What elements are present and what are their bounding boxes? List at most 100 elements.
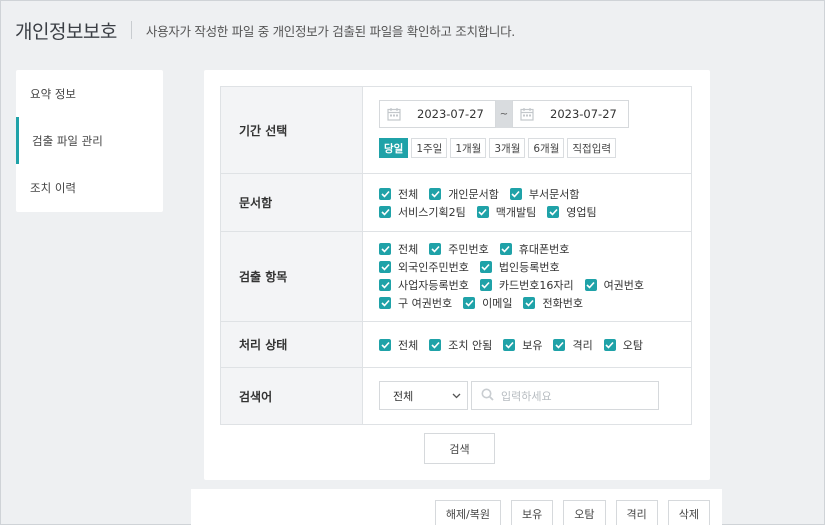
checkbox-line: 사업자등록번호 카드번호16자리 여권번호 — [379, 276, 691, 294]
hold-button[interactable]: 보유 — [511, 500, 554, 525]
checkbox-label: 오탐 — [622, 339, 643, 352]
keyword-label: 검색어 — [221, 368, 363, 424]
checkbox-line: 전체 주민번호 휴대폰번호 — [379, 240, 691, 258]
checkmark-icon — [509, 188, 522, 200]
quarantine-button[interactable]: 격리 — [615, 500, 658, 525]
period-button-6months[interactable]: 6개월 — [528, 138, 565, 158]
checkbox-label: 카드번호16자리 — [498, 279, 574, 292]
checkbox-label: 부서문서함 — [528, 188, 580, 201]
filter-checkbox[interactable]: 카드번호16자리 — [479, 277, 574, 293]
checkbox-line: 외국인주민번호 법인등록번호 — [379, 258, 691, 276]
checkmark-icon — [479, 261, 492, 273]
checkmark-icon — [479, 279, 492, 291]
period-button-3months[interactable]: 3개월 — [489, 138, 526, 158]
filter-checkbox[interactable]: 오탐 — [603, 337, 643, 353]
search-placeholder: 입력하세요 — [501, 389, 552, 403]
filter-checkbox[interactable]: 사업자등록번호 — [379, 277, 469, 293]
checkbox-label: 보유 — [522, 339, 543, 352]
checkmark-icon — [379, 279, 391, 291]
detect-label: 검출 항목 — [221, 232, 363, 321]
checkmark-icon — [499, 243, 512, 255]
sidebar-item-action-history[interactable]: 조치 이력 — [16, 164, 163, 211]
checkbox-label: 외국인주민번호 — [398, 261, 469, 274]
filter-checkbox[interactable]: 조치 안됨 — [429, 337, 492, 353]
delete-button[interactable]: 삭제 — [667, 500, 710, 525]
filter-checkbox[interactable]: 부서문서함 — [509, 186, 580, 202]
action-bar: 해제/복원 보유 오탐 격리 삭제 — [191, 489, 722, 525]
checkbox-label: 맥개발팀 — [495, 206, 537, 219]
page-title: 개인정보보호 — [15, 20, 117, 43]
keyword-row: 검색어 전체 입력하세요 — [221, 368, 691, 424]
checkmark-icon — [553, 339, 566, 351]
checkmark-icon — [429, 243, 442, 255]
checkbox-label: 서비스기획2팀 — [398, 206, 466, 219]
search-button[interactable]: 검색 — [424, 433, 495, 464]
start-date-field[interactable]: 2023-07-27 — [379, 100, 496, 128]
filter-checkbox[interactable]: 서비스기획2팀 — [379, 204, 466, 220]
period-button-1week[interactable]: 1주일 — [411, 138, 448, 158]
search-icon — [481, 388, 494, 404]
sidebar-item-label: 요약 정보 — [30, 86, 76, 101]
start-date-value: 2023-07-27 — [417, 107, 484, 121]
filter-checkbox[interactable]: 법인등록번호 — [479, 259, 560, 275]
keyword-scope-value: 전체 — [393, 389, 414, 403]
checkbox-label: 주민번호 — [448, 243, 489, 256]
filter-checkbox[interactable]: 보유 — [503, 337, 542, 353]
period-buttons: 당일 1주일 1개월 3개월 6개월 직접입력 — [379, 138, 691, 158]
filter-checkbox[interactable]: 영업팀 — [547, 204, 597, 220]
period-button-1month[interactable]: 1개월 — [450, 138, 487, 158]
filter-checkbox[interactable]: 구 여권번호 — [379, 295, 452, 311]
checkbox-line: 서비스기획2팀 맥개발팀 영업팀 — [379, 203, 691, 221]
docbox-row: 문서함 전체 개인문서함 부서문서함서비스기획2팀 맥개발팀 영업팀 — [221, 174, 691, 232]
detect-checkboxes: 전체 주민번호 휴대폰번호외국인주민번호 법인등록번호사업자등록번호 카드번호16자리 여… — [379, 232, 691, 312]
checkmark-icon — [584, 279, 597, 291]
page-description: 사용자가 작성한 파일 중 개인정보가 검출된 파일을 확인하고 조치합니다. — [145, 23, 515, 39]
period-button-custom[interactable]: 직접입력 — [567, 138, 617, 158]
release-restore-button[interactable]: 해제/복원 — [434, 500, 501, 525]
filter-checkbox[interactable]: 전체 — [379, 186, 418, 202]
filter-checkbox[interactable]: 외국인주민번호 — [379, 259, 469, 275]
filter-checkbox[interactable]: 전체 — [379, 337, 418, 353]
search-input[interactable]: 입력하세요 — [471, 381, 659, 410]
filter-checkbox[interactable]: 휴대폰번호 — [499, 241, 570, 257]
sidebar-item-detected-files[interactable]: 검출 파일 관리 — [16, 117, 163, 164]
period-button-today[interactable]: 당일 — [379, 138, 409, 158]
filter-table: 기간 선택 2023-07-27 ~ 2023-07-27 당일 1주일 1개월… — [220, 86, 692, 425]
filter-checkbox[interactable]: 여권번호 — [584, 277, 644, 293]
checkmark-icon — [429, 188, 442, 200]
docbox-label: 문서함 — [221, 174, 363, 231]
end-date-value: 2023-07-27 — [550, 107, 617, 121]
filter-checkbox[interactable]: 전화번호 — [523, 295, 583, 311]
filter-checkbox[interactable]: 전체 — [379, 241, 418, 257]
checkmark-icon — [379, 206, 391, 218]
false-positive-button[interactable]: 오탐 — [563, 500, 606, 525]
sidebar-item-summary[interactable]: 요약 정보 — [16, 70, 163, 117]
filter-checkbox[interactable]: 맥개발팀 — [476, 204, 537, 220]
checkbox-label: 전체 — [398, 339, 419, 352]
checkmark-icon — [523, 297, 536, 309]
filter-checkbox[interactable]: 개인문서함 — [429, 186, 499, 202]
checkbox-line: 구 여권번호 이메일 전화번호 — [379, 294, 691, 312]
checkbox-label: 구 여권번호 — [398, 297, 453, 310]
filter-checkbox[interactable]: 주민번호 — [429, 241, 489, 257]
date-range-separator: ~ — [496, 100, 512, 128]
checkmark-icon — [429, 339, 442, 351]
end-date-field[interactable]: 2023-07-27 — [512, 100, 629, 128]
filter-checkbox[interactable]: 이메일 — [463, 295, 512, 311]
filter-checkbox[interactable]: 격리 — [553, 337, 593, 353]
status-checkboxes: 전체 조치 안됨 보유 격리 오탐 — [379, 322, 691, 354]
title-divider — [130, 21, 132, 39]
keyword-scope-select[interactable]: 전체 — [379, 381, 468, 410]
checkmark-icon — [379, 261, 391, 273]
detect-row: 검출 항목 전체 주민번호 휴대폰번호외국인주민번호 법인등록번호사업자등록번호 카드번… — [221, 232, 691, 322]
checkmark-icon — [379, 243, 391, 255]
calendar-icon — [387, 107, 403, 121]
checkmark-icon — [463, 297, 476, 309]
checkbox-label: 휴대폰번호 — [518, 243, 570, 256]
docbox-checkboxes: 전체 개인문서함 부서문서함서비스기획2팀 맥개발팀 영업팀 — [379, 174, 691, 221]
checkbox-line: 전체 개인문서함 부서문서함 — [379, 185, 691, 203]
sidebar: 요약 정보 검출 파일 관리 조치 이력 — [16, 70, 163, 212]
checkbox-label: 법인등록번호 — [498, 261, 560, 274]
checkbox-label: 개인문서함 — [448, 188, 499, 201]
checkmark-icon — [603, 339, 616, 351]
